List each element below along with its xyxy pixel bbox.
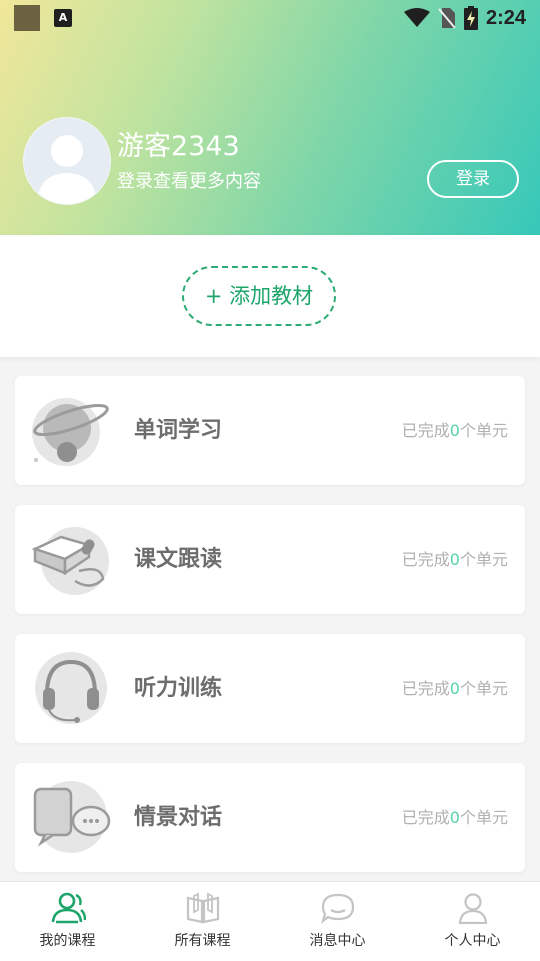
tab-my-courses[interactable]: 我的课程: [0, 882, 135, 961]
login-hint: 登录查看更多内容: [117, 171, 261, 192]
tab-profile[interactable]: 个人中心: [405, 882, 540, 961]
message-icon: [320, 893, 354, 924]
profile-header: A 2:24 游客2343 登录查看更多内容 登录: [0, 0, 540, 235]
course-title: 情景对话: [134, 805, 223, 830]
course-title: 听力训练: [134, 676, 223, 701]
completed-count: 0: [449, 679, 460, 698]
add-material-button[interactable]: + 添加教材: [182, 266, 336, 326]
status-bar: A 2:24: [0, 0, 540, 36]
person-icon: [458, 893, 487, 924]
course-card-reading[interactable]: 课文跟读 已完成0个单元: [15, 505, 525, 614]
course-title: 单词学习: [134, 418, 223, 443]
completed-count: 0: [449, 421, 460, 440]
course-card-dialogue[interactable]: 情景对话 已完成0个单元: [15, 763, 525, 872]
open-book-icon: [186, 892, 219, 924]
tab-label: 所有课程: [174, 933, 231, 949]
avatar[interactable]: [23, 117, 111, 205]
course-progress: 已完成0个单元: [401, 679, 508, 698]
completed-count: 0: [449, 550, 460, 569]
course-title: 课文跟读: [134, 547, 223, 572]
bottom-tab-bar: 我的课程 所有课程 消息中心 个人中心: [0, 881, 540, 961]
username: 游客2343: [117, 131, 240, 162]
tab-label: 个人中心: [444, 933, 501, 949]
course-card-listening[interactable]: 听力训练 已完成0个单元: [15, 634, 525, 743]
completed-count: 0: [449, 808, 460, 827]
planet-icon: [32, 398, 109, 466]
default-avatar-icon: [37, 135, 97, 204]
notification-app-icon: [14, 5, 40, 31]
tab-messages[interactable]: 消息中心: [270, 882, 405, 961]
tab-label: 我的课程: [39, 933, 96, 949]
course-progress: 已完成0个单元: [401, 550, 508, 569]
clock: 2:24: [485, 6, 526, 29]
headphones-icon: [35, 652, 107, 724]
tab-all-courses[interactable]: 所有课程: [135, 882, 270, 961]
keyboard-a-icon: A: [54, 9, 72, 27]
tab-label: 消息中心: [309, 933, 366, 949]
no-sim-icon: [438, 8, 456, 29]
course-progress: 已完成0个单元: [401, 421, 508, 440]
wifi-icon: [403, 8, 430, 27]
battery-charging-icon: [463, 6, 478, 30]
chat-bubbles-icon: [33, 781, 111, 853]
add-material-section: + 添加教材: [0, 235, 540, 357]
course-card-vocabulary[interactable]: 单词学习 已完成0个单元: [15, 376, 525, 485]
book-microphone-icon: [31, 527, 109, 595]
users-icon: [51, 892, 86, 924]
course-progress: 已完成0个单元: [401, 808, 508, 827]
login-button[interactable]: 登录: [427, 160, 519, 198]
